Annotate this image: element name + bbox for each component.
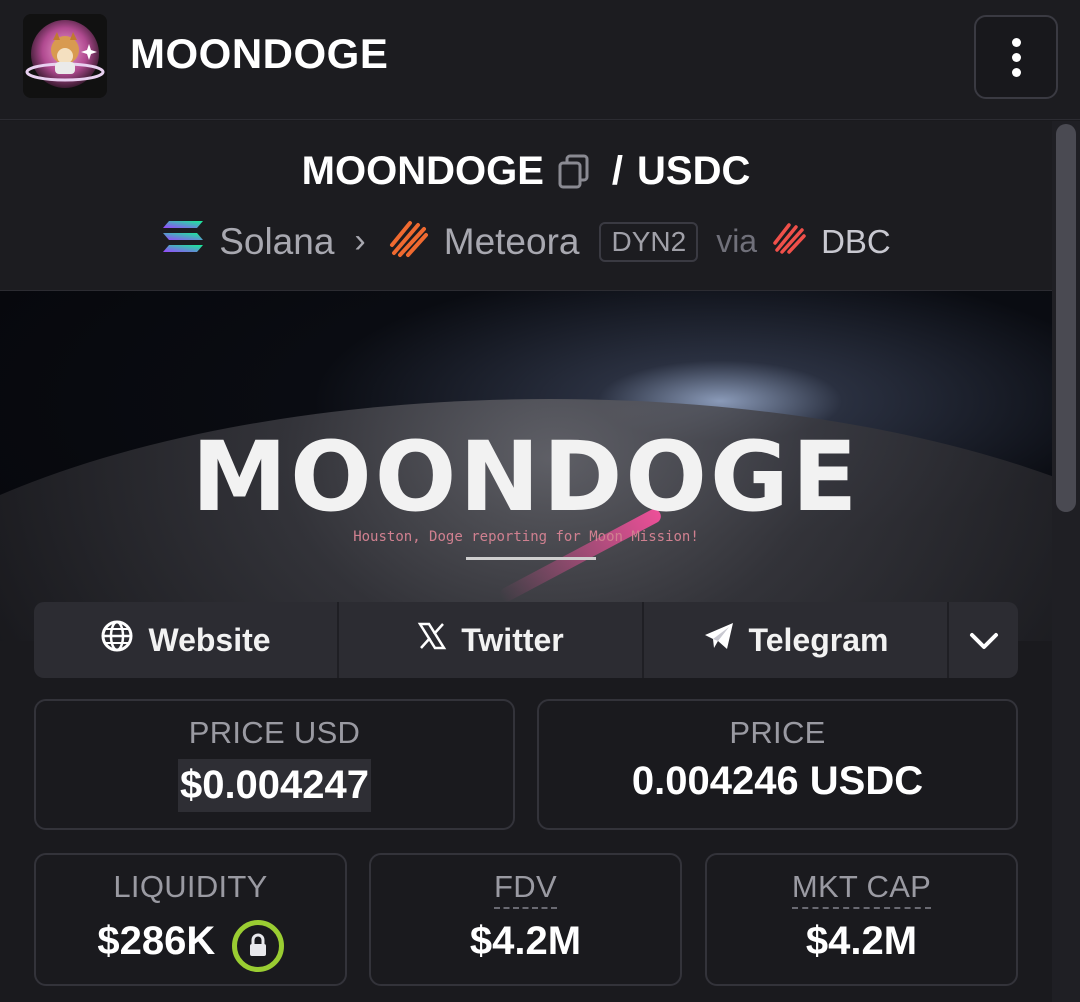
meteora-icon (386, 215, 430, 268)
mktcap-label[interactable]: MKT CAP (791, 869, 932, 909)
mktcap-label-wrap: MKT CAP (707, 869, 1016, 909)
pair-separator: / (611, 149, 623, 193)
price-usd-label: PRICE USD (188, 715, 361, 750)
website-label: Website (148, 621, 271, 658)
price-quote-value[interactable]: 0.004246 USDC (632, 759, 923, 804)
menu-button[interactable] (974, 15, 1058, 99)
twitter-button[interactable]: Twitter (339, 602, 644, 678)
project-banner: MOONDOGE Houston, Doge reporting for Moo… (0, 291, 1052, 641)
via-label: via (716, 223, 758, 259)
fdv-card: FDV $4.2M (369, 853, 682, 986)
menu-dot (1011, 67, 1021, 77)
fdv-label-wrap: FDV (371, 869, 680, 909)
liquidity-label: LIQUIDITY (113, 869, 268, 904)
top-bar: MOONDOGE (0, 0, 1080, 120)
banner-tagline: Houston, Doge reporting for Moon Mission… (353, 529, 699, 545)
scrollbar-thumb[interactable] (1056, 124, 1076, 512)
liquidity-card: LIQUIDITY $286K (34, 853, 347, 986)
price-label: PRICE (729, 715, 826, 750)
quote-token-symbol: USDC (637, 149, 751, 193)
pair-breadcrumb: Solana › Meteora DYN2 via DBC (0, 215, 1052, 268)
mktcap-card: MKT CAP $4.2M (705, 853, 1018, 986)
fdv-value: $4.2M (469, 919, 582, 963)
token-logo[interactable] (23, 14, 107, 98)
fdv-label[interactable]: FDV (494, 869, 557, 909)
pair-header: MOONDOGE / USDC Solana › Meteora DYN2 vi… (0, 121, 1052, 291)
base-token-symbol: MOONDOGE (301, 149, 544, 193)
telegram-label: Telegram (748, 621, 889, 658)
banner-title: MOONDOGE (191, 421, 861, 533)
menu-dot (1011, 52, 1021, 62)
x-logo-icon (417, 621, 447, 659)
copy-icon[interactable] (558, 154, 590, 190)
mktcap-value: $4.2M (805, 919, 918, 963)
vertical-dots-menu-icon (1011, 37, 1021, 47)
social-links-bar: Website Twitter Telegram (34, 602, 1018, 678)
twitter-label: Twitter (461, 621, 564, 658)
liquidity-lock-icon[interactable] (231, 919, 284, 972)
more-links-button[interactable] (949, 602, 1018, 678)
price-usd-card: PRICE USD $0.004247 (34, 699, 515, 830)
website-button[interactable]: Website (34, 602, 339, 678)
liquidity-value: $286K (97, 919, 216, 963)
telegram-plane-icon (703, 621, 735, 659)
chain-link[interactable]: Solana (219, 221, 334, 263)
token-detail-panel: MOONDOGE / USDC Solana › Meteora DYN2 vi… (0, 121, 1052, 1002)
chevron-down-icon (969, 622, 999, 659)
pair-title: MOONDOGE / USDC (0, 149, 1052, 194)
app-title: MOONDOGE (130, 30, 389, 77)
dbc-icon (771, 219, 807, 264)
chevron-right-icon: › (354, 222, 366, 260)
globe-icon (100, 619, 134, 661)
solana-icon (161, 219, 205, 264)
price-quote-card: PRICE 0.004246 USDC (537, 699, 1018, 830)
pool-type-badge: DYN2 (599, 221, 699, 262)
telegram-button[interactable]: Telegram (644, 602, 949, 678)
banner-divider (466, 557, 596, 560)
dex-link[interactable]: Meteora (444, 221, 580, 263)
launchpad-link[interactable]: DBC (821, 223, 891, 261)
price-usd-value[interactable]: $0.004247 (177, 759, 372, 812)
